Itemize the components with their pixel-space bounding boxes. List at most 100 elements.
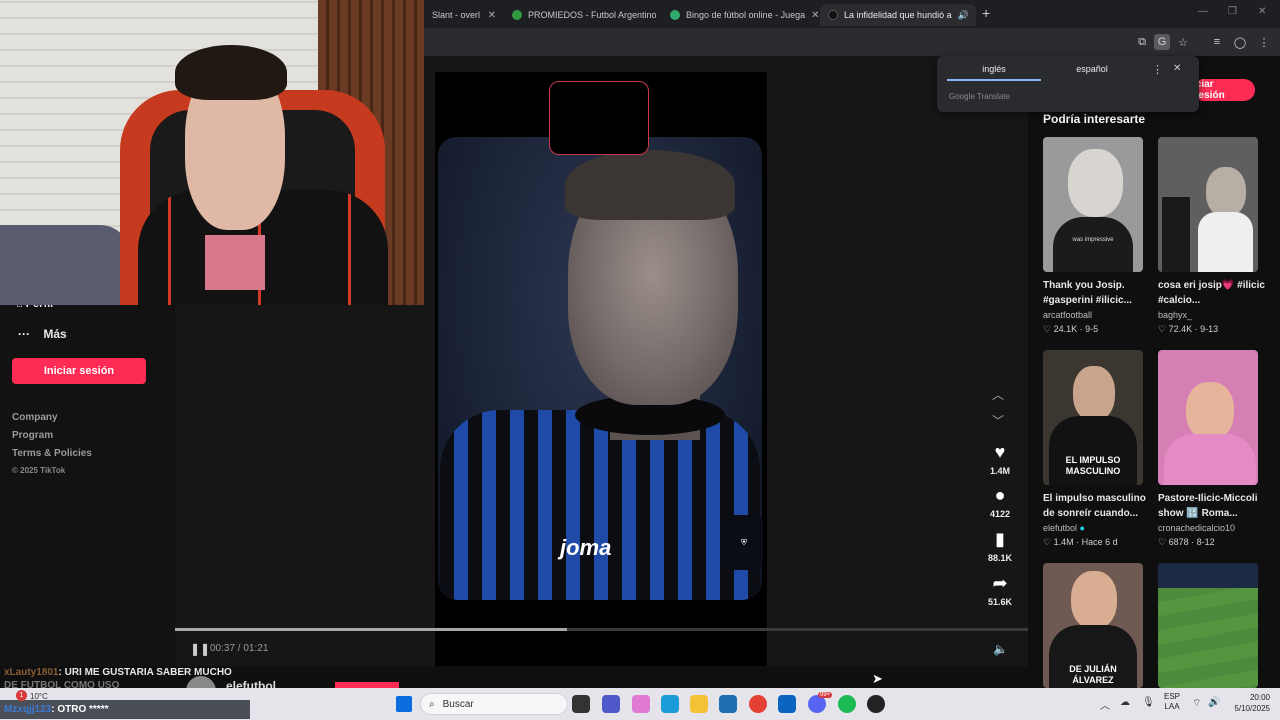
bookmark-icon: ▮ bbox=[995, 529, 1005, 549]
minimize-icon[interactable]: — bbox=[1198, 6, 1208, 17]
edge-icon[interactable] bbox=[661, 695, 679, 713]
windows-start-icon[interactable] bbox=[396, 696, 412, 712]
video-time: 00:37 / 01:21 bbox=[210, 643, 269, 654]
thumbnail-caption: DE JULIÁN ÁLVAREZ bbox=[1069, 664, 1117, 685]
chevron-down-icon[interactable]: ﹀ bbox=[992, 412, 1004, 429]
comment-button[interactable]: ● 4122 bbox=[983, 485, 1017, 519]
cloud-icon[interactable]: ☁ bbox=[1120, 697, 1130, 708]
tab-tiktok-active[interactable]: La infidelidad que hundió a 🔊 ✕ bbox=[820, 4, 976, 26]
new-tab-button[interactable]: + bbox=[982, 5, 990, 21]
suggestion-thumbnail[interactable]: EL IMPULSO MASCULINO bbox=[1043, 350, 1143, 485]
tab-bingo[interactable]: Bingo de fútbol online - Juega ✕ bbox=[662, 4, 818, 26]
share-button[interactable]: ➦ 51.6K bbox=[983, 573, 1017, 607]
teams-icon[interactable] bbox=[602, 695, 620, 713]
heart-outline-icon: ♡ bbox=[1158, 324, 1167, 334]
footer-link-program[interactable]: Program bbox=[12, 430, 53, 441]
chevron-up-icon[interactable]: ︿ bbox=[1100, 697, 1110, 712]
chat-username: Mzxqjj123 bbox=[4, 704, 52, 715]
mouse-cursor-icon: ➤ bbox=[872, 671, 883, 686]
suggestion-author[interactable]: cronachedicalcio10 bbox=[1158, 523, 1235, 533]
close-icon[interactable]: ✕ bbox=[811, 10, 818, 21]
store-icon[interactable] bbox=[719, 695, 737, 713]
wifi-icon[interactable]: ⌔ bbox=[1192, 697, 1201, 710]
tab-slant[interactable]: Slant - overl ✕ bbox=[424, 4, 504, 26]
tab-label: La infidelidad que hundió a bbox=[844, 10, 952, 20]
discord-badge: 99+ bbox=[818, 692, 833, 698]
cast-icon[interactable]: ⧉ bbox=[1134, 34, 1150, 50]
suggestion-thumbnail[interactable] bbox=[1158, 563, 1258, 688]
translate-tab-to[interactable]: español bbox=[1045, 64, 1139, 81]
suggestion-author[interactable]: baghyx_ bbox=[1158, 310, 1192, 320]
suggestion-thumbnail[interactable]: DE JULIÁN ÁLVAREZ bbox=[1043, 563, 1143, 688]
suggestion-thumbnail[interactable]: was impressive bbox=[1043, 137, 1143, 272]
volume-icon[interactable]: 🔊 bbox=[1208, 697, 1220, 708]
maximize-icon[interactable]: ❐ bbox=[1228, 6, 1237, 17]
volume-icon[interactable]: 🔈 bbox=[993, 642, 1008, 656]
bingo-favicon-icon bbox=[670, 10, 680, 20]
product-name: Translate bbox=[976, 92, 1010, 101]
footer-link-company[interactable]: Company bbox=[12, 412, 58, 423]
language-indicator[interactable]: ESP LAA bbox=[1164, 692, 1180, 712]
bookmark-button[interactable]: ▮ 88.1K bbox=[983, 529, 1017, 563]
more-options-icon[interactable]: ⋮ bbox=[1152, 63, 1163, 76]
microphone-icon[interactable]: 🎙 bbox=[1142, 697, 1155, 708]
suggestion-author[interactable]: arcatfootball bbox=[1043, 310, 1092, 320]
language-bottom: LAA bbox=[1164, 702, 1180, 711]
tab-label: PROMIEDOS - Futbol Argentino bbox=[528, 10, 657, 20]
pause-icon[interactable]: ❚❚ bbox=[190, 642, 210, 656]
thumbnail-figure bbox=[1162, 197, 1190, 272]
chevron-up-icon[interactable]: ︿ bbox=[992, 386, 1004, 403]
jersey-brand-logo: joma bbox=[560, 535, 612, 560]
like-button[interactable]: ♥ 1.4M bbox=[983, 442, 1017, 476]
chat-username: xLauty1801 bbox=[4, 667, 59, 678]
close-icon[interactable]: ✕ bbox=[488, 10, 496, 21]
obs-icon[interactable] bbox=[867, 695, 885, 713]
spotify-icon[interactable] bbox=[838, 695, 856, 713]
chat-line-bottom: Mzxqjj123: OTRO ***** bbox=[0, 700, 250, 719]
chrome-icon[interactable] bbox=[749, 695, 767, 713]
menu-dots-icon[interactable]: ⋮ bbox=[1256, 34, 1272, 50]
window-close-icon[interactable]: ✕ bbox=[1258, 6, 1266, 17]
suggestion-title[interactable]: El impulso masculino de sonreír cuando..… bbox=[1043, 491, 1153, 521]
outlook-icon[interactable] bbox=[778, 695, 796, 713]
suggestions-title: Podría interesarte bbox=[1043, 112, 1146, 126]
suggestion-author[interactable]: elefutbol ● bbox=[1043, 523, 1085, 533]
heart-outline-icon: ♡ bbox=[1043, 537, 1052, 547]
suggestion-thumbnail[interactable] bbox=[1158, 350, 1258, 485]
close-icon[interactable]: ✕ bbox=[1173, 63, 1181, 74]
suggestion-title[interactable]: cosa eri josip💗 #ilicic #calcio... bbox=[1158, 278, 1268, 308]
thumbnail-stands bbox=[1158, 563, 1258, 588]
suggestion-title[interactable]: Thank you Josip. #gasperini #ilicic... bbox=[1043, 278, 1153, 308]
translate-tab-from[interactable]: inglés bbox=[947, 64, 1041, 81]
sidebar-item-more[interactable]: ··· Más bbox=[18, 327, 67, 341]
thumbnail-caption: was impressive bbox=[1072, 237, 1114, 243]
thumbnail-pitch bbox=[1158, 588, 1258, 688]
taskbar-clock[interactable]: 20:00 5/10/2025 bbox=[1224, 692, 1270, 714]
suggestion-title[interactable]: Pastore-Ilicic-Miccoli show 🔢 Roma... bbox=[1158, 491, 1268, 521]
progress-bar[interactable] bbox=[175, 628, 1028, 631]
heart-icon: ♥ bbox=[994, 442, 1006, 462]
footer-link-terms[interactable]: Terms & Policies bbox=[12, 448, 92, 459]
file-explorer-icon[interactable] bbox=[690, 695, 708, 713]
language-top: ESP bbox=[1164, 692, 1181, 701]
media-control-icon[interactable]: ≡ bbox=[1209, 34, 1225, 50]
taskbar-search[interactable]: ⌕ Buscar bbox=[420, 693, 568, 715]
suggestion-thumbnail[interactable] bbox=[1158, 137, 1258, 272]
stream-chat: xLauty1801: URI ME GUSTARIA SABER MUCHO … bbox=[0, 666, 470, 706]
tab-promiedos[interactable]: PROMIEDOS - Futbol Argentino ✕ bbox=[504, 4, 660, 26]
profile-icon[interactable]: ◯ bbox=[1232, 34, 1248, 50]
comment-icon: ● bbox=[994, 485, 1006, 505]
thumbnail-face bbox=[1073, 366, 1115, 421]
translate-icon[interactable]: G bbox=[1154, 34, 1170, 50]
login-button[interactable]: Iniciar sesión bbox=[12, 358, 146, 384]
header-login-button[interactable]: iciar sesión bbox=[1193, 79, 1255, 101]
bookmark-count: 88.1K bbox=[987, 553, 1013, 563]
weather-temp[interactable]: 10°C bbox=[30, 692, 48, 701]
speaker-icon[interactable]: 🔊 bbox=[958, 10, 969, 21]
task-view-icon[interactable] bbox=[572, 695, 590, 713]
copyright: © 2025 TikTok bbox=[12, 466, 66, 475]
star-icon[interactable]: ☆ bbox=[1175, 34, 1191, 50]
overlay-frame bbox=[549, 81, 649, 155]
suggestion-meta: ♡ 24.1K · 9-5 bbox=[1043, 324, 1099, 334]
copilot-icon[interactable] bbox=[632, 695, 650, 713]
